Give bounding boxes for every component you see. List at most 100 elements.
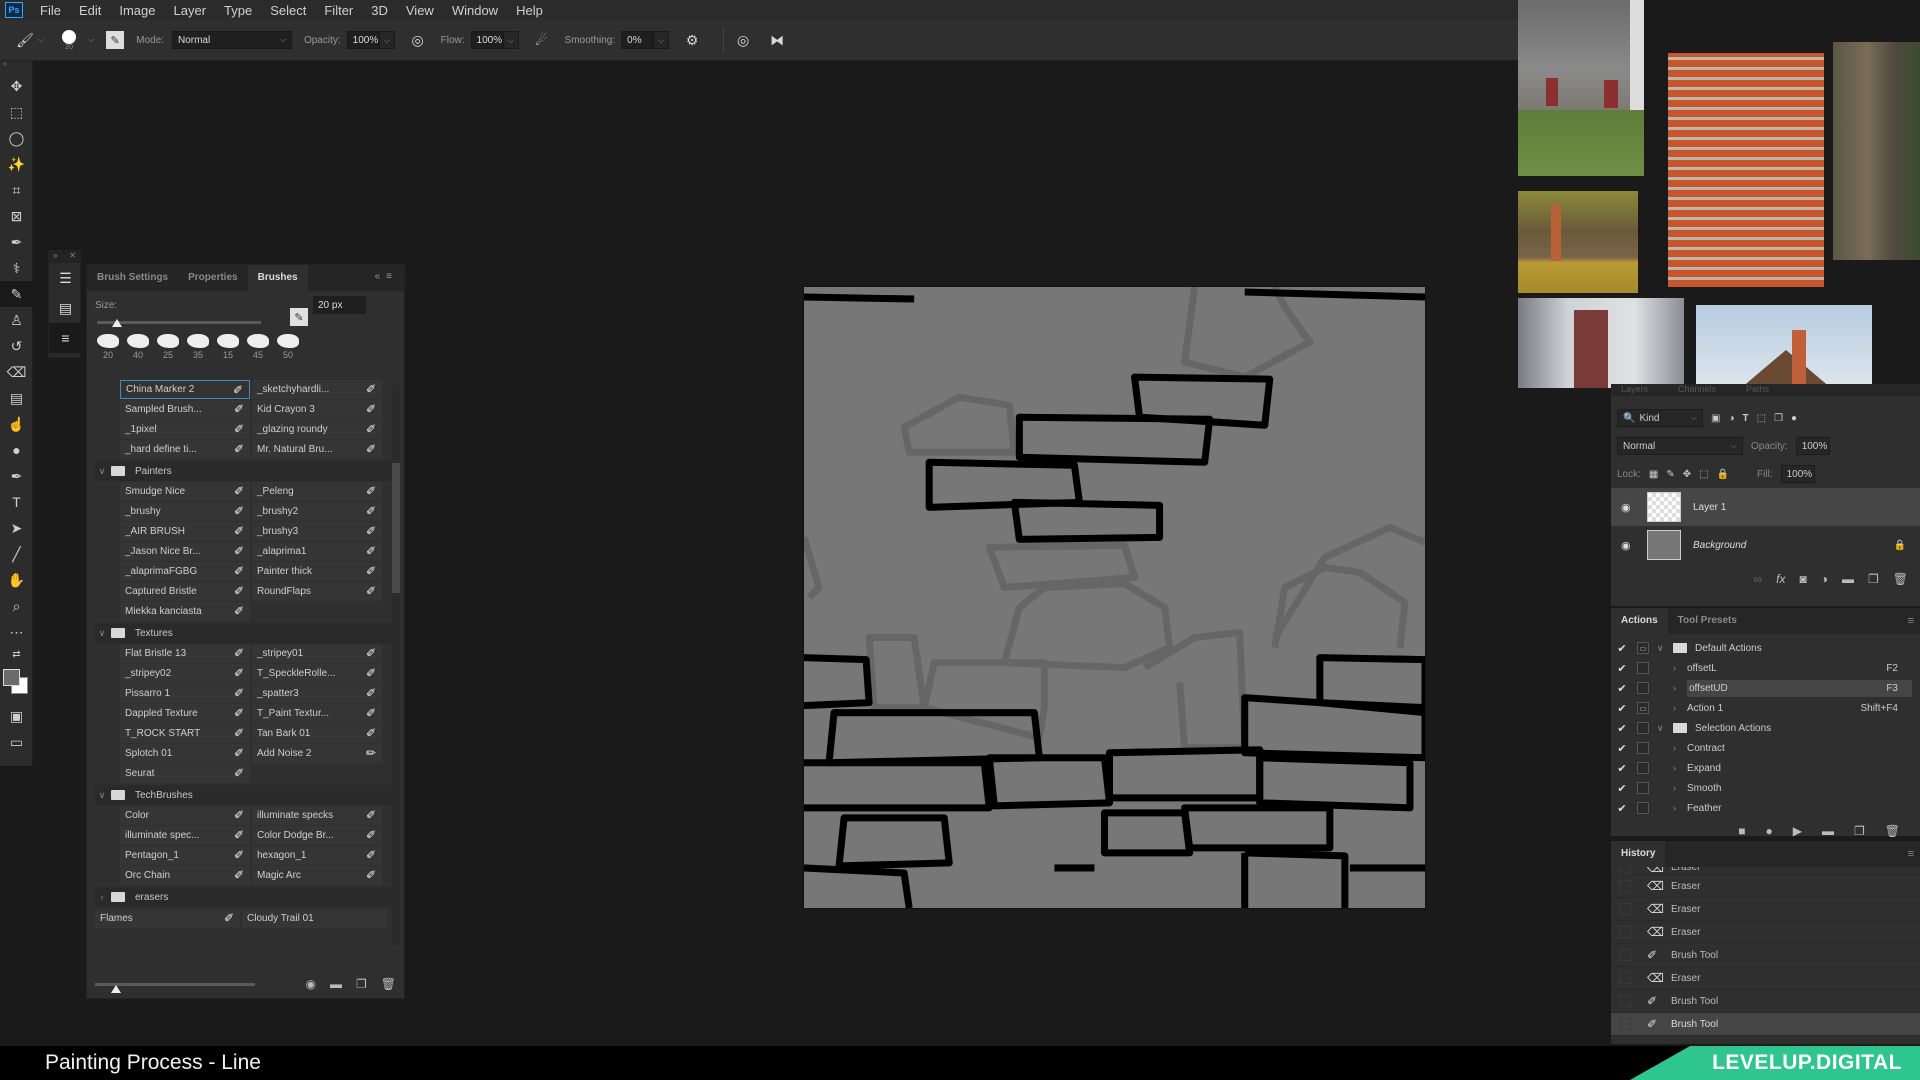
- brush-preset-picker[interactable]: [62, 29, 77, 44]
- new-set-icon[interactable]: ▬: [1822, 824, 1834, 838]
- dialog-toggle[interactable]: [1637, 802, 1649, 814]
- checkmark-icon[interactable]: ✔: [1611, 782, 1633, 795]
- tab-paths[interactable]: Paths: [1746, 384, 1769, 396]
- smoothing-input[interactable]: 0%: [621, 31, 654, 49]
- brush-preset-item[interactable]: China Marker 2 ✐: [120, 380, 250, 399]
- tab-channels[interactable]: Channels: [1678, 384, 1716, 396]
- recent-brush-preset[interactable]: 50: [275, 334, 301, 360]
- layer-name[interactable]: Background: [1693, 540, 1746, 551]
- brush-folder-techbrushes[interactable]: ∨ TechBrushes: [95, 785, 395, 805]
- brush-preset-item[interactable]: Kid Crayon 3 ✐: [252, 400, 382, 419]
- chevron-down-icon[interactable]: ∨: [95, 628, 109, 639]
- filter-shape-icon[interactable]: ⬚: [1757, 413, 1766, 424]
- action-set[interactable]: ✔ ∨ Selection Actions: [1611, 718, 1920, 738]
- chevron-down-icon[interactable]: ⌵: [38, 35, 44, 45]
- zoom-tool-icon[interactable]: ⌕: [0, 593, 33, 619]
- document-canvas[interactable]: [800, 285, 1429, 909]
- recent-brush-preset[interactable]: 20: [95, 334, 121, 360]
- menu-help[interactable]: Help: [507, 3, 552, 18]
- size-slider[interactable]: [97, 319, 261, 327]
- blend-mode-select[interactable]: Normal ⌵: [1617, 437, 1743, 455]
- new-layer-icon[interactable]: ❐: [1868, 572, 1879, 586]
- brush-preset-item[interactable]: Pissarro 1 ✐: [120, 684, 250, 703]
- chevron-right-icon[interactable]: ›: [1673, 763, 1687, 773]
- slider-handle[interactable]: [111, 984, 121, 993]
- history-state[interactable]: ✐ Brush Tool: [1611, 1013, 1920, 1036]
- brush-preset-item[interactable]: Color ✐: [120, 806, 250, 825]
- chevron-right-icon[interactable]: ›: [1673, 703, 1687, 713]
- magic-wand-tool-icon[interactable]: ✨: [0, 151, 33, 177]
- brush-preset-item[interactable]: Painter thick ✐: [252, 562, 382, 581]
- crop-tool-icon[interactable]: ⌗: [0, 177, 33, 203]
- airbrush-icon[interactable]: ☄: [531, 29, 553, 51]
- brush-preset-item[interactable]: Seurat ✐: [120, 764, 250, 783]
- size-input[interactable]: 20 px: [313, 296, 366, 314]
- record-icon[interactable]: ●: [1766, 824, 1773, 838]
- toggle-preview-icon[interactable]: ◉: [306, 977, 316, 991]
- action-item[interactable]: ✔ › offsetL F2: [1611, 658, 1920, 678]
- snapshot-checkbox[interactable]: [1619, 949, 1631, 961]
- smudge-tool-icon[interactable]: ☝: [0, 411, 33, 437]
- brush-settings-panel-icon[interactable]: ☰: [49, 263, 82, 293]
- hand-tool-icon[interactable]: ✋: [0, 567, 33, 593]
- menu-filter[interactable]: Filter: [315, 3, 362, 18]
- add-mask-icon[interactable]: ◙: [1800, 572, 1807, 586]
- brush-preset-item[interactable]: Cloudy Trail 01: [242, 909, 387, 928]
- lock-image-icon[interactable]: ✎: [1666, 469, 1674, 480]
- screen-mode-icon[interactable]: ▭: [0, 729, 33, 755]
- smoothing-dropdown[interactable]: ⌵: [653, 31, 670, 49]
- new-group-icon[interactable]: ▬: [330, 977, 342, 991]
- tab-actions[interactable]: Actions: [1611, 608, 1668, 634]
- chevron-right-icon[interactable]: ›: [1673, 783, 1687, 793]
- recent-brush-preset[interactable]: 15: [215, 334, 241, 360]
- action-item[interactable]: ✔ ▭ › Action 1 Shift+F4: [1611, 698, 1920, 718]
- history-state[interactable]: ✐ Brush Tool: [1611, 944, 1920, 967]
- stamp-tool-icon[interactable]: ♙: [0, 307, 33, 333]
- mode-select[interactable]: Normal ⌵: [171, 31, 292, 49]
- action-item[interactable]: ✔ › Expand: [1611, 758, 1920, 778]
- collapse-panel-icon[interactable]: «: [375, 271, 387, 282]
- snapshot-checkbox[interactable]: [1619, 926, 1631, 938]
- checkmark-icon[interactable]: ✔: [1611, 762, 1633, 775]
- action-item[interactable]: ✔ › offsetUD F3: [1611, 678, 1920, 698]
- brush-preset-item[interactable]: T_Paint Textur... ✐: [252, 704, 382, 723]
- lock-position-icon[interactable]: ✥: [1683, 469, 1691, 480]
- history-state[interactable]: ⌫ Eraser: [1611, 898, 1920, 921]
- swap-colors-icon[interactable]: ⇄: [0, 645, 33, 663]
- trash-icon[interactable]: 🗑: [1885, 824, 1900, 838]
- line-tool-icon[interactable]: ╱: [0, 541, 33, 567]
- new-action-icon[interactable]: ❐: [1854, 824, 1865, 838]
- brush-preset-item[interactable]: _Jason Nice Br... ✐: [120, 542, 250, 561]
- more-tool-icon[interactable]: ⋯: [0, 619, 33, 645]
- brush-preset-item[interactable]: _stripey01 ✐: [252, 644, 382, 663]
- history-state[interactable]: ⌫ Eraser: [1611, 875, 1920, 898]
- quick-mask-icon[interactable]: ▣: [0, 703, 33, 729]
- slider-handle[interactable]: [111, 319, 122, 327]
- menu-edit[interactable]: Edit: [70, 3, 110, 18]
- brush-folder-painters[interactable]: ∨ Painters: [95, 461, 395, 481]
- brush-preset-item[interactable]: _sketchyhardli... ✐: [252, 380, 382, 399]
- brush-folder-erasers[interactable]: › erasers: [95, 887, 395, 907]
- chevron-right-icon[interactable]: ›: [1673, 743, 1687, 753]
- move-tool-icon[interactable]: ✥: [0, 73, 33, 99]
- chevron-down-icon[interactable]: ∨: [1657, 723, 1671, 734]
- dialog-toggle[interactable]: ▭: [1637, 702, 1649, 714]
- checkmark-icon[interactable]: ✔: [1611, 742, 1633, 755]
- dialog-toggle[interactable]: [1637, 682, 1649, 694]
- pen-tool-icon[interactable]: ✒: [0, 463, 33, 489]
- tab-layers[interactable]: Layers: [1621, 384, 1648, 396]
- snapshot-checkbox[interactable]: [1619, 1018, 1631, 1030]
- recent-brush-preset[interactable]: 35: [185, 334, 211, 360]
- foreground-color-swatch[interactable]: [3, 669, 20, 686]
- brush-preset-item[interactable]: _1pixel ✐: [120, 420, 250, 439]
- filter-smart-object-icon[interactable]: ❐: [1774, 413, 1783, 424]
- type-tool-icon[interactable]: T: [0, 489, 33, 515]
- menu-3d[interactable]: 3D: [362, 3, 397, 18]
- chevron-down-icon[interactable]: ∨: [95, 790, 109, 801]
- menu-view[interactable]: View: [397, 3, 443, 18]
- filter-adjustment-icon[interactable]: ◑: [1728, 413, 1734, 424]
- opacity-input[interactable]: 100%: [346, 31, 379, 49]
- layer-row[interactable]: ◉ Background 🔒: [1611, 526, 1920, 564]
- menu-type[interactable]: Type: [215, 3, 261, 18]
- dialog-toggle[interactable]: [1637, 782, 1649, 794]
